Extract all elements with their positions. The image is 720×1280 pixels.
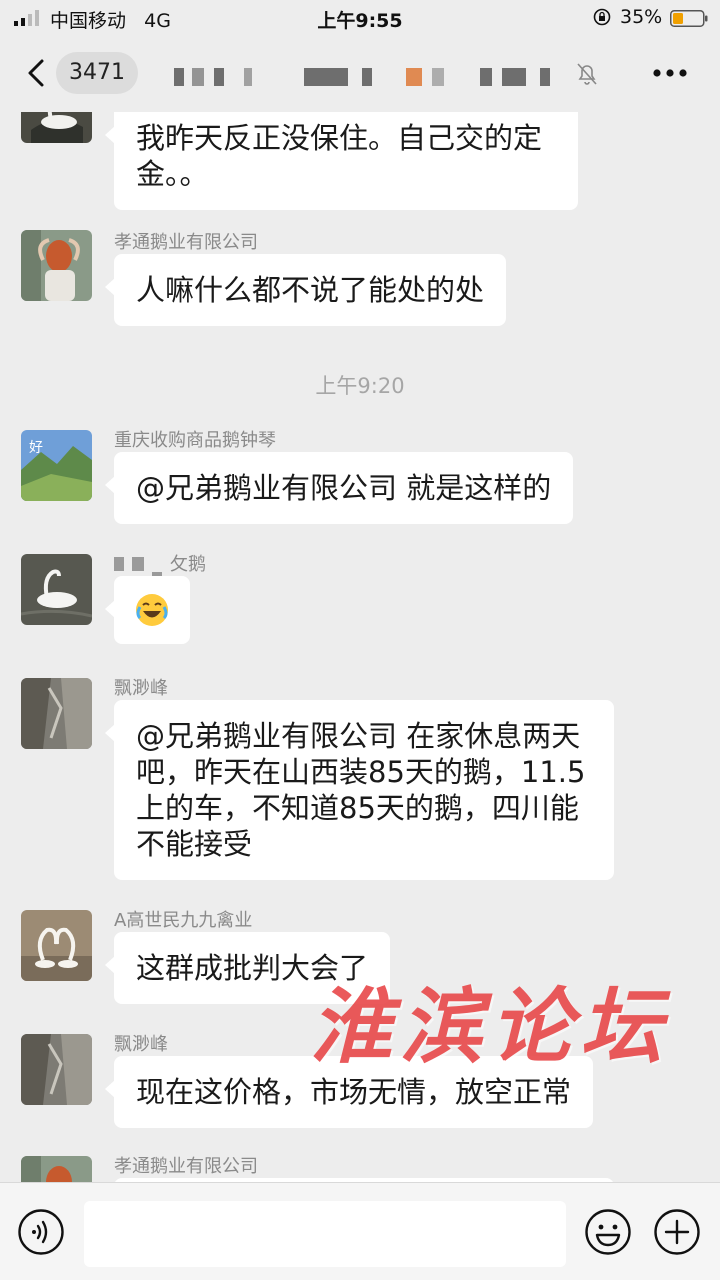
sender-name: 攵鹅 [114,550,206,576]
plus-icon[interactable] [653,1208,701,1256]
status-bar: 中国移动 4G 上午9:55 35% [0,0,720,36]
message-bubble[interactable]: 我昨天反正没保住。自己交的定金。。 [105,112,578,210]
battery-percent: 35% [620,6,663,28]
sender-name-redaction [132,557,144,571]
avatar[interactable] [21,112,92,143]
voice-icon[interactable] [17,1208,65,1256]
avatar[interactable] [21,910,92,981]
avatar[interactable]: 好 [21,430,92,501]
message-bubble[interactable]: 人嘛什么都不说了能处的处 [104,254,507,326]
message-bubble[interactable] [105,576,190,644]
avatar[interactable] [21,554,92,625]
svg-text:好: 好 [29,440,43,456]
timestamp-divider: 上午9:20 [315,374,405,398]
rotation-lock-icon [593,8,611,26]
sender-name-redaction [114,557,124,571]
input-bar [0,1182,720,1280]
avatar[interactable] [21,678,92,749]
laugh-cry-emoji-icon [136,594,168,626]
chat-title-obscured [170,68,560,86]
sender-name: 重庆收购商品鹅钟琴 [114,430,276,451]
sender-name: 孝通鹅业有限公司 [114,1156,258,1177]
sender-name: 孝通鹅业有限公司 [114,232,258,253]
chat-header: 3471 [0,36,720,112]
message-bubble[interactable]: @兄弟鹅业有限公司 就是这样的 [104,452,574,524]
forum-watermark: 淮滨论坛 [310,979,670,1075]
more-dots-icon[interactable] [652,68,688,78]
sender-name: A高世民九九禽业 [114,910,253,931]
status-time: 上午9:55 [317,10,403,32]
avatar[interactable] [21,1156,92,1182]
sender-name: 飘渺峰 [114,678,168,699]
avatar[interactable] [21,230,92,301]
message-bubble[interactable]: @兄弟鹅业有限公司 在家休息两天吧，昨天在山西装85天的鹅，11.5上的车，不知… [105,700,614,880]
unread-count-badge[interactable]: 3471 [56,52,138,94]
battery-icon [670,10,708,27]
sender-name: 飘渺峰 [114,1034,168,1055]
bell-muted-icon [577,63,597,85]
message-input[interactable] [84,1201,566,1267]
chevron-left-icon[interactable] [24,58,50,88]
emoji-icon[interactable] [584,1208,632,1256]
avatar[interactable] [21,1034,92,1105]
